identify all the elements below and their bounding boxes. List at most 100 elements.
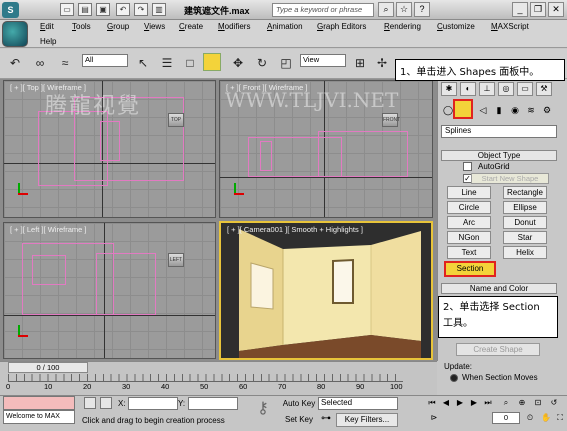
menu-group[interactable]: Group — [107, 22, 129, 31]
utilities-tab-icon[interactable]: ⚒ — [536, 82, 552, 96]
go-to-start-icon[interactable]: ⏮ — [426, 397, 438, 409]
time-config-icon[interactable]: ⏲ — [524, 412, 536, 424]
menu-modifiers[interactable]: Modifiers — [218, 22, 250, 31]
undo-icon[interactable]: ↶ — [116, 3, 130, 16]
open-file-icon[interactable]: ▭ — [60, 3, 74, 16]
viewcube-front-icon[interactable]: FRONT — [382, 113, 400, 127]
viewport-camera-label[interactable]: [ + ][ Camera001 ][ Smooth + Highlights … — [227, 225, 363, 234]
search-input[interactable]: Type a keyword or phrase — [272, 3, 374, 17]
create-tab-icon[interactable]: ✱ — [441, 82, 457, 96]
ellipse-button[interactable]: Ellipse — [503, 201, 547, 214]
x-coordinate-field[interactable] — [128, 397, 178, 410]
viewport-left-label[interactable]: [ + ][ Left ][ Wireframe ] — [10, 225, 86, 234]
menu-rendering[interactable]: Rendering — [384, 22, 421, 31]
object-type-rollout[interactable]: Object Type — [441, 150, 557, 161]
arc-button[interactable]: Arc — [447, 216, 491, 229]
menu-edit[interactable]: Edit — [40, 22, 54, 31]
zoom-icon[interactable]: ⌕ — [500, 397, 512, 409]
hierarchy-tab-icon[interactable]: ⊥ — [479, 82, 495, 96]
bind-spacewarp-icon[interactable]: ≈ — [55, 53, 75, 73]
menu-help[interactable]: Help — [40, 37, 56, 46]
rectangular-selection-icon[interactable]: □ — [180, 53, 200, 73]
redo-icon[interactable]: ↷ — [134, 3, 148, 16]
name-color-rollout[interactable]: Name and Color — [441, 283, 557, 294]
set-key-icon[interactable]: ⊶ — [318, 413, 334, 427]
spacewarps-icon[interactable]: ≋ — [524, 104, 538, 116]
modify-tab-icon[interactable]: ◐ — [460, 82, 476, 96]
section-button[interactable]: Section — [444, 261, 496, 277]
autogrid-checkbox[interactable] — [463, 162, 472, 171]
circle-button[interactable]: Circle — [447, 201, 491, 214]
save-icon[interactable]: ▣ — [96, 3, 110, 16]
star-icon[interactable]: ☆ — [396, 2, 412, 17]
restore-icon[interactable]: ❐ — [530, 2, 546, 17]
help-icon[interactable]: ? — [414, 2, 430, 17]
shapes-icon[interactable] — [453, 99, 473, 119]
pan-icon[interactable]: ✋ — [540, 412, 552, 424]
reference-coordinate-dropdown[interactable]: View — [300, 54, 346, 67]
category-dropdown[interactable]: Splines — [441, 125, 557, 138]
start-new-shape-button[interactable]: Start New Shape — [471, 173, 549, 184]
viewcube-left-icon[interactable]: LEFT — [168, 253, 184, 267]
project-icon[interactable]: ▥ — [152, 3, 166, 16]
maxscript-listener-mini[interactable] — [3, 396, 75, 410]
previous-frame-icon[interactable]: ◀ — [440, 397, 452, 409]
scale-icon[interactable]: ◰ — [276, 53, 296, 73]
text-button[interactable]: Text — [447, 246, 491, 259]
go-to-end-icon[interactable]: ⏭ — [482, 397, 494, 409]
track-bar[interactable] — [8, 374, 403, 382]
display-tab-icon[interactable]: ▭ — [517, 82, 533, 96]
orbit-icon[interactable]: ↺ — [548, 397, 560, 409]
helix-button[interactable]: Helix — [503, 246, 547, 259]
when-section-moves-radio[interactable] — [450, 374, 458, 382]
app-logo-icon[interactable]: S — [2, 2, 19, 18]
close-icon[interactable]: ✕ — [548, 2, 564, 17]
undo-toolbar-icon[interactable]: ↶ — [5, 53, 25, 73]
menu-graph-editors[interactable]: Graph Editors — [317, 22, 366, 31]
helpers-icon[interactable]: ◉ — [508, 104, 522, 116]
ngon-button[interactable]: NGon — [447, 231, 491, 244]
select-by-name-icon[interactable]: ☰ — [157, 53, 177, 73]
maximize-viewport-icon[interactable]: ⛶ — [554, 412, 566, 424]
viewport-left[interactable]: LEFT [ + ][ Left ][ Wireframe ] — [3, 222, 216, 359]
pivot-icon[interactable]: ⊞ — [350, 53, 370, 73]
donut-button[interactable]: Donut — [503, 216, 547, 229]
play-icon[interactable]: ▶ — [454, 397, 466, 409]
viewport-camera[interactable]: [ + ][ Camera001 ][ Smooth + Highlights … — [219, 221, 433, 360]
y-coordinate-field[interactable] — [188, 397, 238, 410]
link-icon[interactable]: ∞ — [30, 53, 50, 73]
select-object-icon[interactable]: ↖ — [133, 53, 153, 73]
menu-customize[interactable]: Customize — [437, 22, 475, 31]
window-crossing-icon[interactable] — [203, 53, 221, 71]
absolute-mode-icon[interactable] — [100, 397, 112, 409]
minimize-icon[interactable]: _ — [512, 2, 528, 17]
systems-icon[interactable]: ⚙ — [540, 104, 554, 116]
application-button-icon[interactable] — [2, 21, 28, 47]
lights-icon[interactable]: ◁ — [476, 104, 490, 116]
viewcube-top-icon[interactable]: TOP — [168, 113, 184, 127]
key-selection-dropdown[interactable]: Selected — [318, 397, 398, 410]
current-frame-field[interactable]: 0 — [492, 412, 520, 424]
menu-tools[interactable]: Tools — [72, 22, 91, 31]
move-icon[interactable]: ✥ — [228, 53, 248, 73]
zoom-all-icon[interactable]: ⊕ — [516, 397, 528, 409]
select-manipulate-icon[interactable]: ✢ — [372, 53, 392, 73]
key-mode-icon[interactable]: ⊳ — [428, 412, 440, 424]
welcome-message[interactable]: Welcome to MAX — [3, 410, 75, 424]
create-shape-button[interactable]: Create Shape — [456, 343, 540, 356]
menu-views[interactable]: Views — [144, 22, 165, 31]
selection-filter-dropdown[interactable]: All — [82, 54, 128, 67]
next-frame-icon[interactable]: ▶ — [468, 397, 480, 409]
star-button[interactable]: Star — [503, 231, 547, 244]
menu-create[interactable]: Create — [179, 22, 203, 31]
key-icon[interactable]: ⚷ — [250, 398, 276, 424]
rectangle-button[interactable]: Rectangle — [503, 186, 547, 199]
rotate-icon[interactable]: ↻ — [252, 53, 272, 73]
line-button[interactable]: Line — [447, 186, 491, 199]
binoculars-icon[interactable]: ⌕ — [378, 2, 394, 17]
time-slider[interactable]: 0 / 100 — [8, 362, 88, 373]
menu-maxscript[interactable]: MAXScript — [491, 22, 529, 31]
key-filters-button[interactable]: Key Filters... — [336, 413, 398, 427]
zoom-extents-icon[interactable]: ⊡ — [532, 397, 544, 409]
lock-selection-icon[interactable] — [84, 397, 96, 409]
